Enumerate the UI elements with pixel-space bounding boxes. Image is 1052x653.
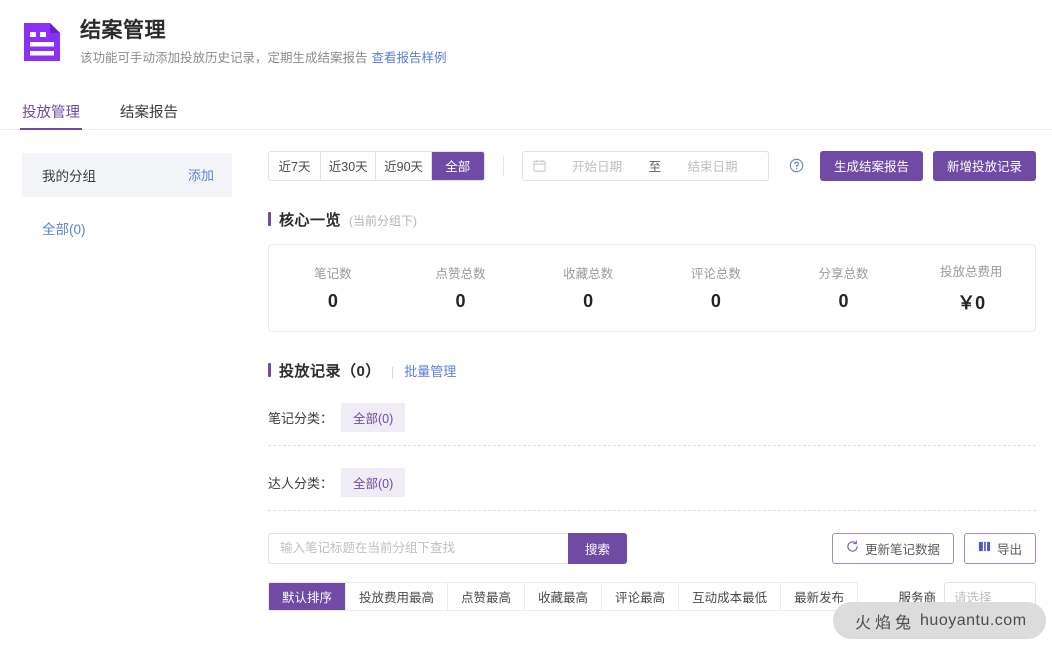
batch-manage-link[interactable]: 批量管理 bbox=[404, 361, 456, 380]
range-7days[interactable]: 近7天 bbox=[269, 151, 321, 180]
export-label: 导出 bbox=[996, 542, 1022, 557]
filter-divider bbox=[502, 155, 504, 176]
tab-closing-report[interactable]: 结案报告 bbox=[120, 106, 178, 129]
start-date-input[interactable]: 开始日期 bbox=[552, 156, 643, 175]
sidebar-add-group-link[interactable]: 添加 bbox=[188, 165, 214, 184]
stat-value: 0 bbox=[710, 291, 721, 312]
sort-tabs: 默认排序 投放费用最高 点赞最高 收藏最高 评论最高 互动成本最低 最新发布 bbox=[268, 581, 859, 611]
stat-share-total: 分享总数 0 bbox=[780, 263, 908, 312]
stat-value: 0 bbox=[455, 291, 466, 312]
sidebar-group-header: 我的分组 添加 bbox=[22, 152, 232, 197]
watermark-cn: 火焰兔 bbox=[855, 614, 916, 632]
page-subtitle: 该功能可手动添加投放历史记录，定期生成结案报告 查看报告样例 bbox=[80, 50, 447, 68]
refresh-circle-icon bbox=[846, 540, 859, 556]
range-30days[interactable]: 近30天 bbox=[321, 151, 377, 180]
range-all[interactable]: 全部 bbox=[431, 151, 484, 180]
core-overview-note: (当前分组下) bbox=[349, 213, 418, 228]
sidebar: 我的分组 添加 全部(0) bbox=[0, 130, 250, 611]
refresh-note-data-button[interactable]: 更新笔记数据 bbox=[831, 532, 954, 564]
category-divider bbox=[268, 444, 1036, 446]
filter-row: 近7天 近30天 近90天 全部 开始日期 至 结束日期 生成结案报告 新增投放… bbox=[268, 150, 1037, 181]
section-accent-bar bbox=[268, 212, 271, 227]
core-overview-title: 核心一览 (当前分组下) bbox=[268, 209, 1036, 230]
delivery-records-heading: 投放记录（0） bbox=[279, 362, 381, 380]
sort-highest-cost[interactable]: 投放费用最高 bbox=[346, 582, 449, 610]
question-circle-icon[interactable] bbox=[789, 158, 804, 173]
talent-category-row: 达人分类： 全部(0) bbox=[268, 466, 1036, 500]
talent-category-label: 达人分类： bbox=[268, 476, 334, 492]
body-wrap: 我的分组 添加 全部(0) 近7天 近30天 近90天 全部 开始日期 至 结束… bbox=[0, 130, 1052, 611]
sort-most-likes[interactable]: 点赞最高 bbox=[448, 582, 526, 610]
stat-value: 0 bbox=[327, 291, 338, 312]
range-90days[interactable]: 近90天 bbox=[376, 151, 432, 180]
core-overview-heading: 核心一览 bbox=[279, 211, 342, 229]
sort-most-comments[interactable]: 评论最高 bbox=[602, 582, 680, 610]
sidebar-group-title: 我的分组 bbox=[42, 168, 96, 184]
date-range-segmented: 近7天 近30天 近90天 全部 bbox=[268, 150, 485, 181]
stat-label: 笔记数 bbox=[314, 267, 352, 282]
filter-actions: 生成结案报告 新增投放记录 bbox=[819, 150, 1037, 181]
stat-label: 评论总数 bbox=[690, 267, 741, 282]
site-watermark: 火焰兔 huoyantu.com bbox=[833, 602, 1046, 639]
stat-value: ￥0 bbox=[957, 292, 986, 313]
page-subtitle-text: 该功能可手动添加投放历史记录，定期生成结案报告 bbox=[80, 51, 368, 66]
sidebar-item-all[interactable]: 全部(0) bbox=[42, 219, 232, 241]
delivery-records-title: 投放记录（0） | 批量管理 bbox=[268, 360, 1036, 381]
stat-total-cost: 投放总费用 ￥0 bbox=[907, 261, 1035, 315]
stat-label: 分享总数 bbox=[818, 267, 869, 282]
stat-comment-total: 评论总数 0 bbox=[652, 263, 780, 312]
excel-export-icon bbox=[978, 540, 991, 556]
note-category-label: 笔记分类： bbox=[268, 411, 334, 427]
stat-label: 投放总费用 bbox=[939, 264, 1003, 279]
generate-report-button[interactable]: 生成结案报告 bbox=[819, 150, 923, 181]
section-accent-bar bbox=[268, 363, 271, 378]
talent-category-chip-all[interactable]: 全部(0) bbox=[341, 468, 406, 498]
stat-like-total: 点赞总数 0 bbox=[397, 263, 525, 312]
title-divider: | bbox=[390, 363, 395, 379]
stat-value: 0 bbox=[838, 291, 849, 312]
category-divider-bottom bbox=[268, 509, 1036, 511]
date-range-picker[interactable]: 开始日期 至 结束日期 bbox=[521, 150, 769, 181]
note-category-chip-all[interactable]: 全部(0) bbox=[341, 403, 406, 433]
document-form-icon bbox=[20, 20, 64, 64]
search-input[interactable] bbox=[268, 532, 568, 564]
date-range-separator: 至 bbox=[648, 160, 662, 175]
stat-note-count: 笔记数 0 bbox=[269, 263, 397, 312]
view-report-sample-link[interactable]: 查看报告样例 bbox=[372, 51, 447, 65]
tab-delivery-management[interactable]: 投放管理 bbox=[20, 106, 82, 130]
stat-label: 点赞总数 bbox=[435, 267, 486, 282]
main-tabbar: 投放管理 结案报告 bbox=[0, 90, 1052, 130]
refresh-note-data-label: 更新笔记数据 bbox=[864, 542, 940, 557]
sidebar-group-list: 全部(0) bbox=[22, 197, 232, 241]
stat-value: 0 bbox=[583, 291, 594, 312]
search-actions: 更新笔记数据 导出 bbox=[831, 532, 1036, 564]
watermark-en: huoyantu.com bbox=[920, 611, 1027, 629]
add-delivery-record-button[interactable]: 新增投放记录 bbox=[933, 150, 1037, 181]
search-button[interactable]: 搜索 bbox=[568, 532, 628, 564]
stat-favorite-total: 收藏总数 0 bbox=[524, 263, 652, 312]
header-texts: 结案管理 该功能可手动添加投放历史记录，定期生成结案报告 查看报告样例 bbox=[80, 16, 447, 68]
calendar-icon bbox=[533, 159, 546, 172]
note-category-row: 笔记分类： 全部(0) bbox=[268, 401, 1036, 435]
page-header: 结案管理 该功能可手动添加投放历史记录，定期生成结案报告 查看报告样例 bbox=[0, 0, 1052, 68]
end-date-input[interactable]: 结束日期 bbox=[667, 156, 758, 175]
export-button[interactable]: 导出 bbox=[963, 532, 1036, 564]
search-box: 搜索 bbox=[268, 532, 628, 564]
main-content: 近7天 近30天 近90天 全部 开始日期 至 结束日期 生成结案报告 新增投放… bbox=[250, 130, 1052, 611]
page-title: 结案管理 bbox=[80, 19, 166, 42]
sort-most-favorites[interactable]: 收藏最高 bbox=[525, 582, 603, 610]
sort-lowest-interaction-cost[interactable]: 互动成本最低 bbox=[679, 582, 782, 610]
stat-label: 收藏总数 bbox=[563, 267, 614, 282]
core-stats-card: 笔记数 0 点赞总数 0 收藏总数 0 评论总数 0 分享总数 0 投放总费用 … bbox=[268, 243, 1036, 332]
search-row: 搜索 更新笔记数据 bbox=[268, 532, 1036, 564]
sort-default[interactable]: 默认排序 bbox=[269, 582, 347, 610]
